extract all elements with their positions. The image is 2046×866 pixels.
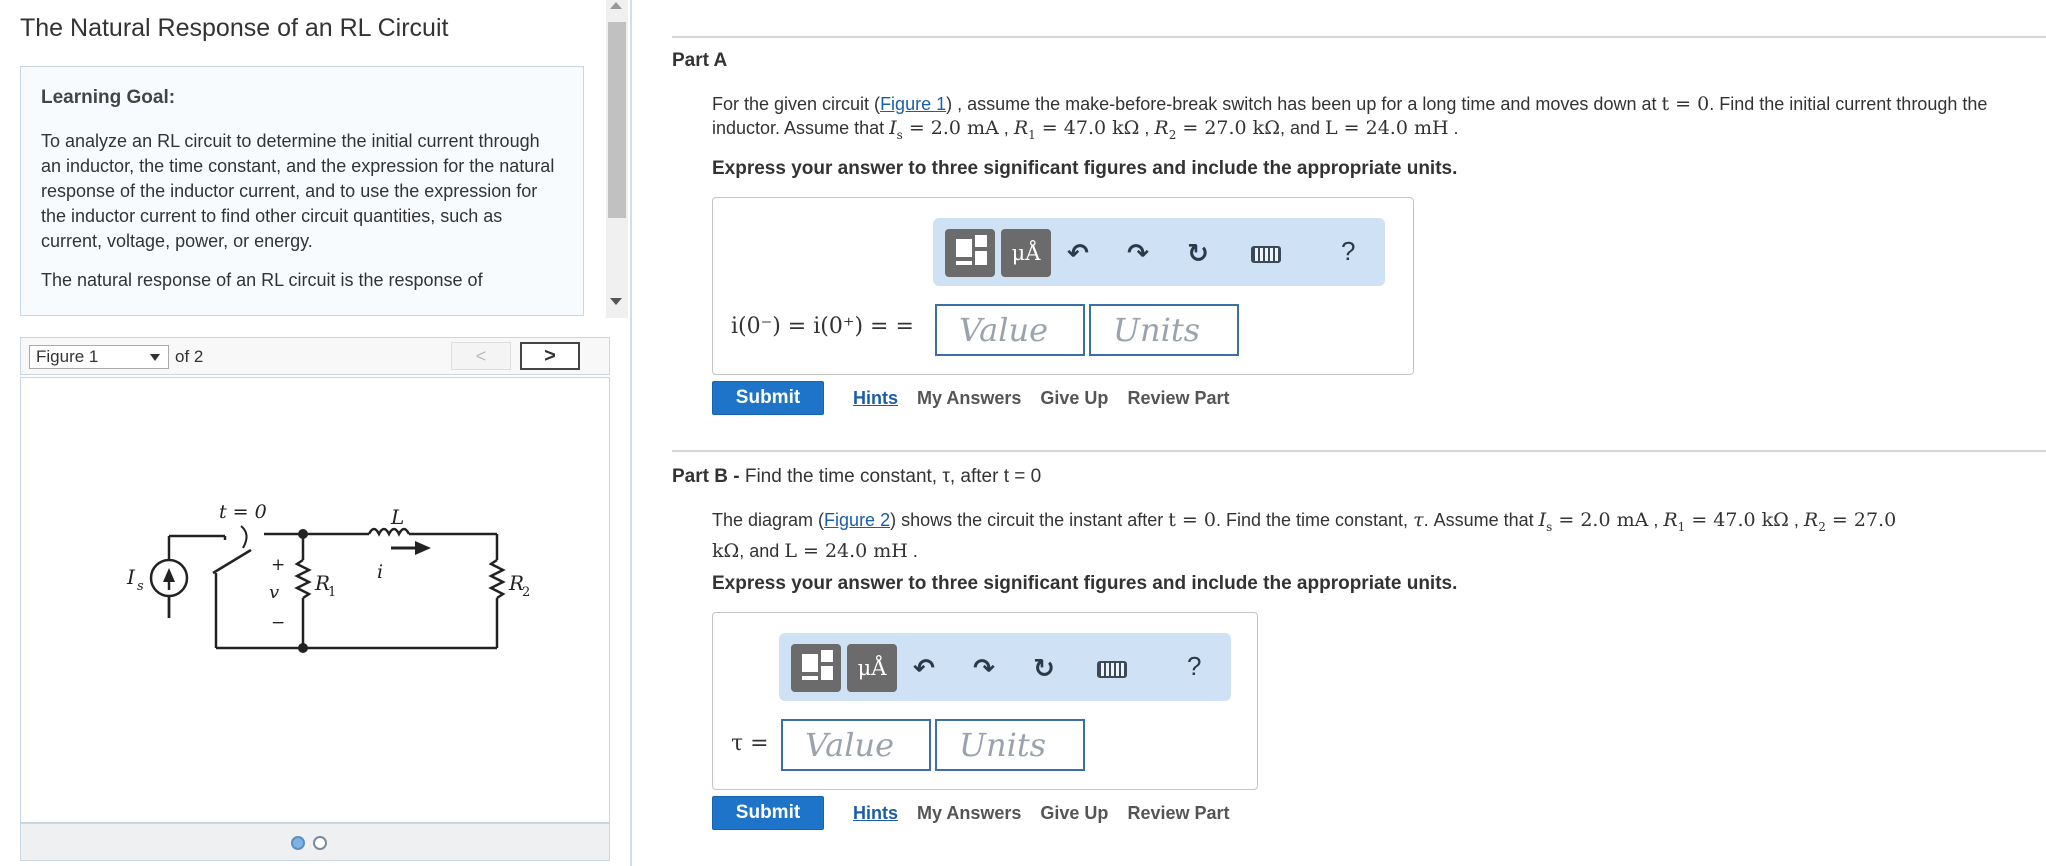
part-b-instruction: Express your answer to three significant… bbox=[712, 573, 1458, 594]
learning-goal-box: Learning Goal: To analyze an RL circuit … bbox=[20, 66, 584, 316]
part-a-problem-text: For the given circuit (Figure 1) , assum… bbox=[712, 93, 1988, 142]
figure-count: of 2 bbox=[175, 347, 204, 366]
scroll-thumb[interactable] bbox=[608, 22, 626, 218]
part-a-give-up-link[interactable]: Give Up bbox=[1040, 388, 1108, 408]
previous-figure-button[interactable]: < bbox=[451, 342, 511, 370]
part-a-units-input[interactable]: Units bbox=[1089, 304, 1239, 356]
templates-icon[interactable] bbox=[945, 229, 995, 277]
learning-goal-heading: Learning Goal: bbox=[41, 87, 176, 108]
intro-text: The natural response of an RL circuit is… bbox=[41, 270, 483, 290]
templates-icon[interactable] bbox=[791, 644, 841, 692]
part-a-hints-link[interactable]: Hints bbox=[853, 388, 898, 408]
figure-2-link[interactable]: Figure 2 bbox=[824, 510, 890, 530]
part-b-my-answers-link[interactable]: My Answers bbox=[917, 803, 1021, 823]
part-b-problem-text: The diagram (Figure 2) shows the circuit… bbox=[712, 509, 1897, 562]
part-b-title: Part B - Find the time constant, τ, afte… bbox=[672, 466, 1042, 487]
part-a-links: Hints My Answers Give Up Review Part bbox=[853, 388, 1244, 409]
figure-1-link[interactable]: Figure 1 bbox=[880, 94, 946, 114]
figure-select-value: Figure 1 bbox=[36, 347, 99, 366]
r1-subscript: 1 bbox=[328, 585, 336, 600]
left-panel: The Natural Response of an RL Circuit Le… bbox=[0, 0, 632, 866]
r2-subscript: 2 bbox=[522, 585, 530, 600]
scroll-up-arrow-icon[interactable] bbox=[610, 2, 622, 9]
figure-2-dot[interactable] bbox=[313, 836, 327, 850]
undo-icon[interactable]: ↶ bbox=[1063, 238, 1093, 269]
part-a-submit-button[interactable]: Submit bbox=[712, 381, 824, 415]
part-b-units-input[interactable]: Units bbox=[935, 719, 1085, 771]
part-b-divider bbox=[672, 450, 2046, 452]
part-b-links: Hints My Answers Give Up Review Part bbox=[853, 803, 1244, 824]
reset-icon[interactable]: ↻ bbox=[1183, 238, 1213, 269]
help-icon[interactable]: ? bbox=[1341, 236, 1355, 267]
figure-navigation-bar: Figure 1 of 2 < > bbox=[20, 337, 610, 375]
voltage-label: v bbox=[269, 582, 279, 603]
part-b-value-input[interactable]: Value bbox=[781, 719, 931, 771]
source-subscript: s bbox=[137, 579, 144, 594]
current-label: i bbox=[377, 561, 383, 583]
part-a-answer-label: i(0⁻) = i(0⁺) = = bbox=[731, 314, 914, 339]
intro-scrollbar[interactable] bbox=[606, 0, 628, 318]
problem-title: The Natural Response of an RL Circuit bbox=[20, 14, 449, 42]
part-b-answer-box: μÅ ↶ ↷ ↻ ? τ = Value Units bbox=[712, 612, 1258, 790]
part-a-value-input[interactable]: Value bbox=[935, 304, 1085, 356]
part-a-math-toolbar: μÅ ↶ ↷ ↻ ? bbox=[933, 218, 1385, 286]
help-icon[interactable]: ? bbox=[1187, 651, 1201, 682]
figure-pager bbox=[20, 823, 610, 861]
rl-circuit-diagram: t = 0 L i I s v + − R 1 R 2 bbox=[126, 501, 530, 653]
part-a-review-part-link[interactable]: Review Part bbox=[1127, 388, 1229, 408]
part-a-instruction: Express your answer to three significant… bbox=[712, 158, 1458, 179]
minus-sign: − bbox=[271, 613, 285, 633]
part-a-answer-box: μÅ ↶ ↷ ↻ ? i(0⁻) = i(0⁺) = = Value Units bbox=[712, 197, 1414, 375]
part-a-divider bbox=[672, 36, 2046, 38]
scroll-down-arrow-icon[interactable] bbox=[610, 298, 622, 305]
part-b-review-part-link[interactable]: Review Part bbox=[1127, 803, 1229, 823]
part-b-math-toolbar: μÅ ↶ ↷ ↻ ? bbox=[779, 633, 1231, 701]
figure-select[interactable]: Figure 1 bbox=[29, 345, 169, 369]
current-arrow-icon bbox=[415, 541, 431, 555]
switch-arrow-icon bbox=[240, 525, 248, 549]
units-button[interactable]: μÅ bbox=[847, 644, 897, 692]
inductor-label: L bbox=[390, 505, 404, 529]
redo-icon[interactable]: ↷ bbox=[969, 653, 999, 684]
redo-icon[interactable]: ↷ bbox=[1123, 238, 1153, 269]
source-label: I bbox=[126, 565, 136, 589]
chevron-down-icon bbox=[150, 354, 160, 361]
reset-icon[interactable]: ↻ bbox=[1029, 653, 1059, 684]
part-b-submit-button[interactable]: Submit bbox=[712, 796, 824, 830]
figure-area: t = 0 L i I s v + − R 1 R 2 bbox=[20, 377, 610, 823]
undo-icon[interactable]: ↶ bbox=[909, 653, 939, 684]
plus-sign: + bbox=[271, 555, 285, 575]
part-b-give-up-link[interactable]: Give Up bbox=[1040, 803, 1108, 823]
switch-time-label: t = 0 bbox=[219, 501, 267, 523]
learning-goal-text: To analyze an RL circuit to determine th… bbox=[41, 131, 555, 251]
part-b-answer-label: τ = bbox=[731, 731, 769, 756]
keyboard-icon[interactable] bbox=[1251, 246, 1281, 263]
part-a-title: Part A bbox=[672, 50, 728, 71]
part-a-my-answers-link[interactable]: My Answers bbox=[917, 388, 1021, 408]
figure-1-dot[interactable] bbox=[291, 836, 305, 850]
units-button[interactable]: μÅ bbox=[1001, 229, 1051, 277]
next-figure-button[interactable]: > bbox=[520, 342, 580, 370]
keyboard-icon[interactable] bbox=[1097, 661, 1127, 678]
part-b-hints-link[interactable]: Hints bbox=[853, 803, 898, 823]
questions-panel: Part A For the given circuit (Figure 1) … bbox=[634, 0, 2046, 866]
